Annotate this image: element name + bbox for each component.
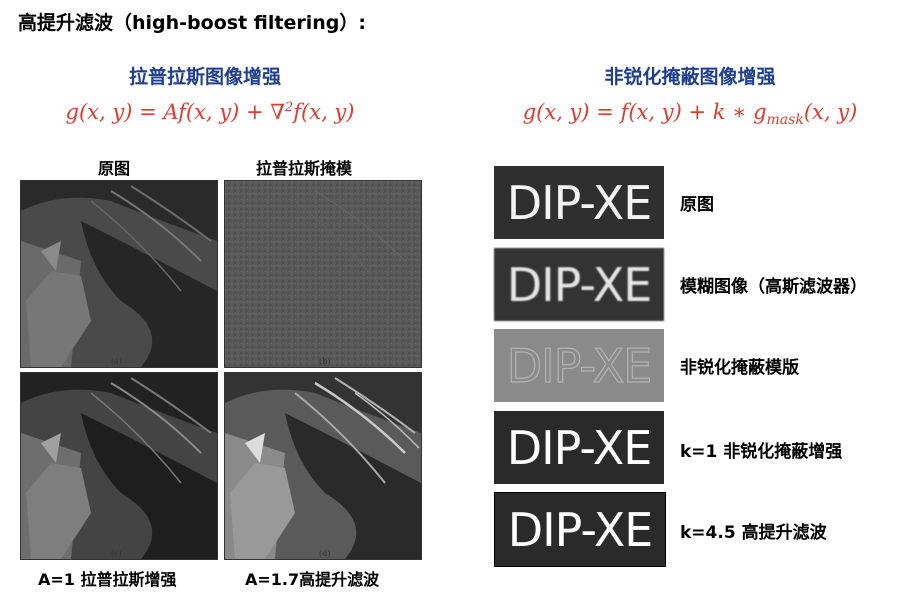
tile-label-blurred: 模糊图像（高斯滤波器） [680,277,867,297]
tile-mask: DIP-XE [494,329,664,402]
tile-label-k1: k=1 非锐化掩蔽增强 [680,442,843,462]
photo-high-boost: (d) [224,372,422,560]
tile-original: DIP-XE [494,166,664,239]
laplacian-formula: g(x, y) = Af(x, y) + ∇2f(x, y) [65,100,355,124]
photo-laplacian-mask: (b) [224,180,422,368]
col-label-laplacian-mask: 拉普拉斯掩模 [256,159,353,178]
unsharp-heading: 非锐化掩蔽图像增强 [604,66,776,88]
sub-caption-c: (c) [111,549,122,558]
tile-label-mask: 非锐化掩蔽模版 [680,358,799,378]
photo-original: (a) [20,180,218,368]
sub-caption-b: (b) [319,357,331,366]
unsharp-formula: g(x, y) = f(x, y) + k ∗ gmask(x, y) [522,100,858,129]
tile-high-boost-k45: DIP-XE [494,492,666,567]
photo-laplacian-enhanced: (c) [20,372,218,560]
sub-caption-d: (d) [319,549,331,558]
laplacian-heading: 拉普拉斯图像增强 [128,66,281,88]
tile-blurred: DIP-XE [494,248,664,321]
bottom-label-a1: A=1 拉普拉斯增强 [38,570,177,589]
tile-label-original: 原图 [680,195,714,215]
page-title: 高提升滤波（high-boost filtering）: [18,12,366,34]
sub-caption-a: (a) [111,357,123,366]
tile-label-k45: k=4.5 高提升滤波 [680,523,827,543]
col-label-original: 原图 [98,159,131,178]
tile-unsharp-k1: DIP-XE [494,411,664,484]
bottom-label-a17: A=1.7高提升滤波 [245,570,380,589]
